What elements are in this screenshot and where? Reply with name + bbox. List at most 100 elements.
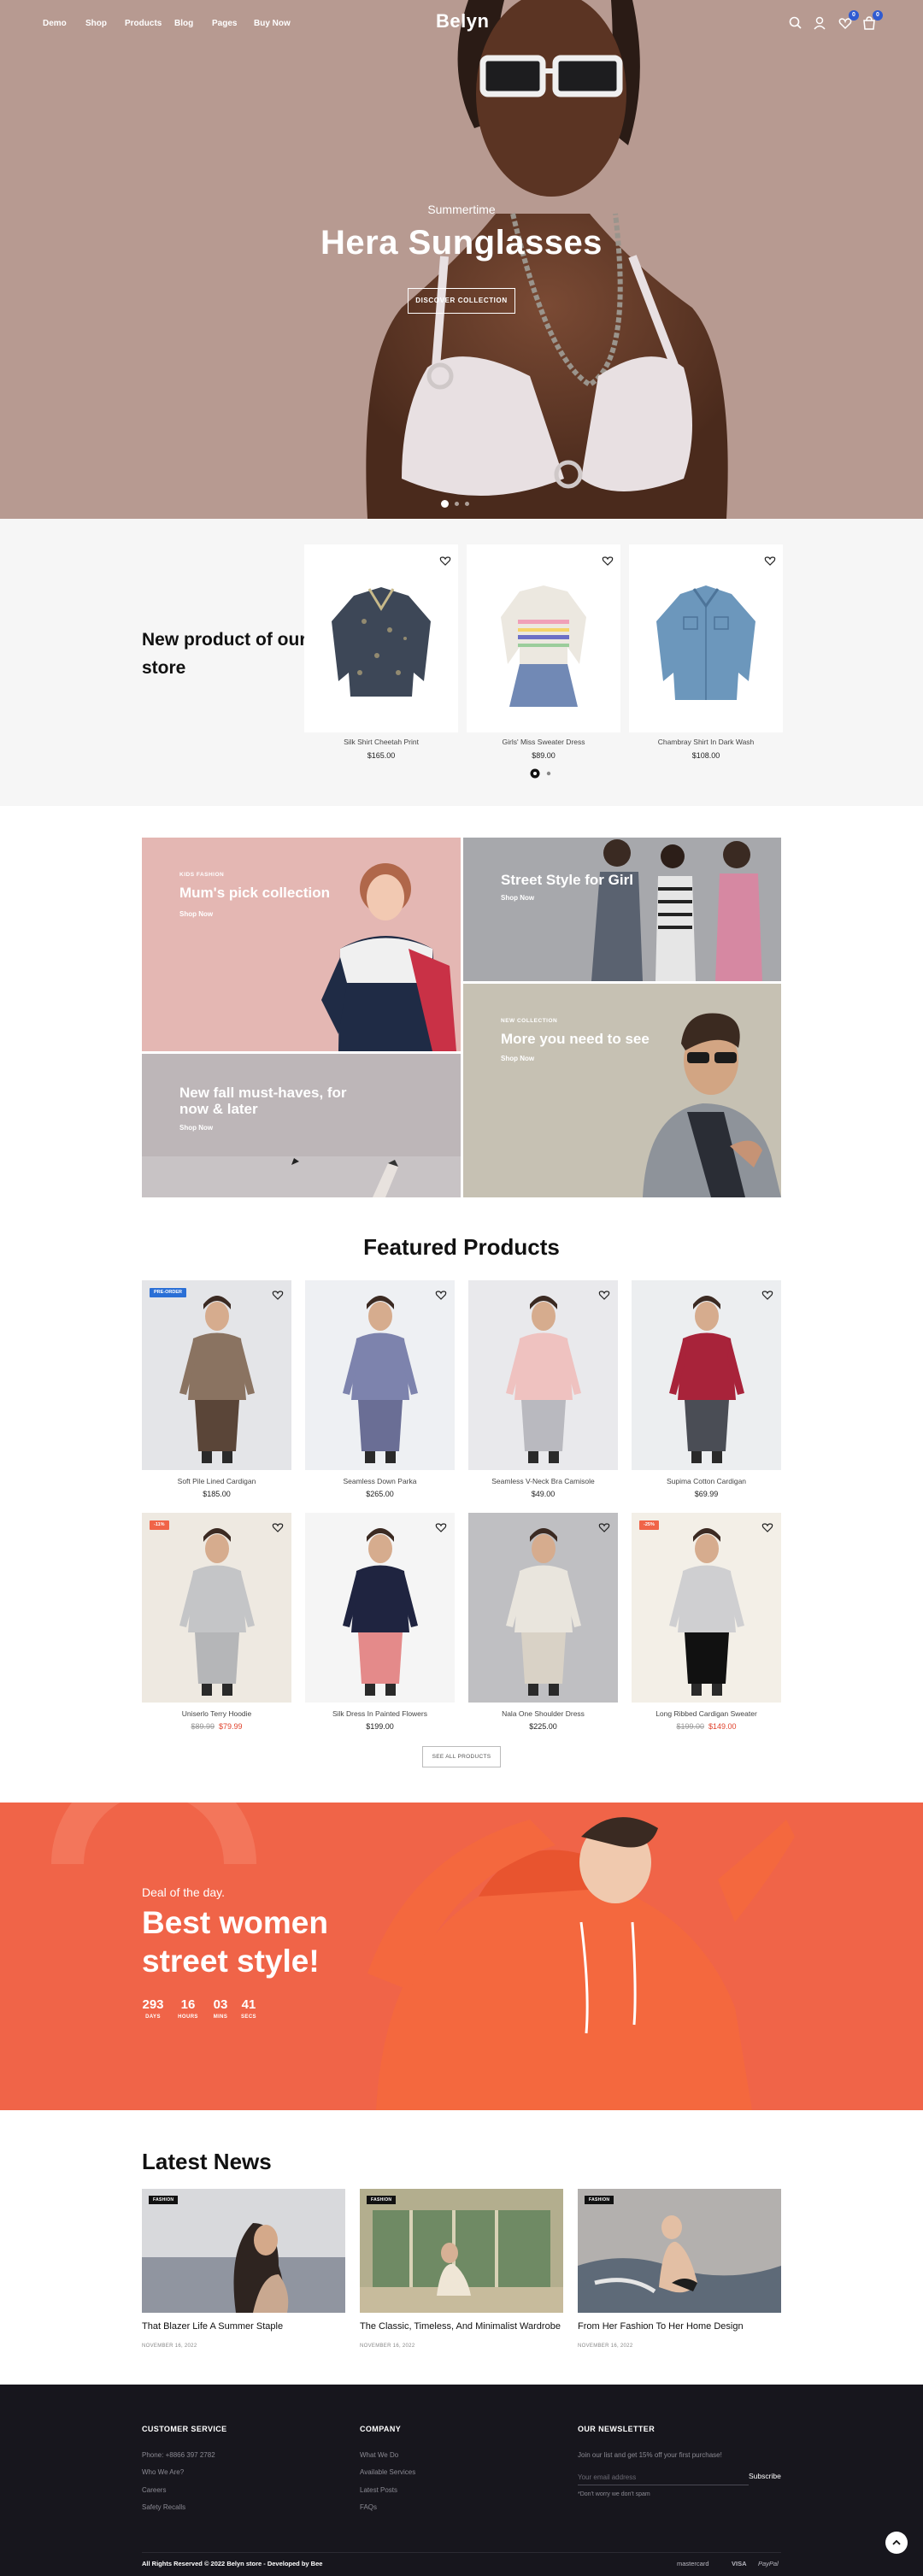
- new-product-card[interactable]: [629, 544, 783, 732]
- banner-street-style[interactable]: Street Style for Girl Shop Now: [463, 838, 781, 981]
- new-product-price: $165.00: [367, 751, 396, 760]
- wishlist-heart-icon[interactable]: [272, 1521, 284, 1533]
- featured-product-image: [669, 1528, 744, 1696]
- wishlist-heart-icon[interactable]: [764, 555, 776, 567]
- featured-product-name[interactable]: Seamless Down Parka: [305, 1477, 455, 1485]
- featured-product-card[interactable]: -25%: [632, 1513, 781, 1703]
- featured-product-card[interactable]: PRE-ORDER: [142, 1280, 291, 1470]
- news-card-image[interactable]: FASHION: [578, 2189, 781, 2313]
- featured-product-image: [343, 1296, 418, 1463]
- nav-shop[interactable]: Shop: [85, 19, 107, 28]
- footer-link-who-we-are[interactable]: Who We Are?: [142, 2468, 184, 2476]
- news-category-tag[interactable]: FASHION: [367, 2196, 397, 2204]
- featured-product-card[interactable]: [305, 1513, 455, 1703]
- product-badge: -11%: [150, 1520, 169, 1530]
- news-card-image[interactable]: FASHION: [360, 2189, 563, 2313]
- featured-product-card[interactable]: [305, 1280, 455, 1470]
- featured-product-name[interactable]: Long Ribbed Cardigan Sweater: [632, 1709, 781, 1718]
- countdown-hours-value: 16: [180, 1997, 196, 2012]
- carousel-dot[interactable]: [546, 771, 551, 776]
- featured-product-name[interactable]: Supima Cotton Cardigan: [632, 1477, 781, 1485]
- featured-products-title: Featured Products: [363, 1234, 560, 1260]
- copyright-text: All Rights Reserved © 2022 Belyn store -…: [142, 2560, 323, 2567]
- discover-collection-button[interactable]: DISCOVER COLLECTION: [408, 288, 515, 314]
- account-icon[interactable]: [812, 15, 827, 31]
- wishlist-heart-icon[interactable]: [439, 555, 451, 567]
- featured-product-card[interactable]: [632, 1280, 781, 1470]
- wishlist-count-badge: 0: [849, 10, 859, 21]
- footer-link-what-we-do[interactable]: What We Do: [360, 2451, 398, 2459]
- site-logo[interactable]: Belyn: [436, 10, 489, 32]
- chevron-up-icon: [892, 2539, 901, 2545]
- see-all-products-button[interactable]: SEE ALL PRODUCTS: [422, 1746, 501, 1767]
- footer-link-safety-recalls[interactable]: Safety Recalls: [142, 2503, 185, 2511]
- featured-product-name[interactable]: Uniserlo Terry Hoodie: [142, 1709, 291, 1718]
- new-product-name[interactable]: Silk Shirt Cheetah Print: [304, 738, 458, 746]
- featured-product-name[interactable]: Silk Dress In Painted Flowers: [305, 1709, 455, 1718]
- news-blazer-image: [142, 2189, 345, 2313]
- back-to-top-button[interactable]: [885, 2532, 908, 2554]
- subscribe-button[interactable]: Subscribe: [749, 2472, 781, 2480]
- news-category-tag[interactable]: FASHION: [149, 2196, 179, 2204]
- banner-fall-must-haves[interactable]: New fall must-haves, for now & later Sho…: [142, 1054, 461, 1197]
- paypal-icon: PayPal: [758, 2560, 779, 2567]
- footer-link-services[interactable]: Available Services: [360, 2468, 415, 2476]
- new-product-name[interactable]: Girls' Miss Sweater Dress: [467, 738, 620, 746]
- new-product-name[interactable]: Chambray Shirt In Dark Wash: [629, 738, 783, 746]
- newsletter-email-input[interactable]: [578, 2470, 749, 2485]
- wishlist-icon[interactable]: 0: [838, 10, 859, 31]
- wishlist-heart-icon[interactable]: [602, 555, 614, 567]
- nav-demo[interactable]: Demo: [43, 19, 67, 28]
- wishlist-heart-icon[interactable]: [272, 1289, 284, 1301]
- footer-link-careers[interactable]: Careers: [142, 2486, 166, 2494]
- nav-blog[interactable]: Blog: [174, 19, 193, 28]
- sale-price: $79.99: [219, 1722, 243, 1731]
- cart-icon[interactable]: 0: [861, 10, 883, 31]
- hero-dot-1[interactable]: [441, 500, 449, 508]
- footer-link-faqs[interactable]: FAQs: [360, 2503, 377, 2511]
- wishlist-heart-icon[interactable]: [761, 1289, 773, 1301]
- nav-pages[interactable]: Pages: [212, 19, 237, 28]
- banner-street-shop-link[interactable]: Shop Now: [501, 894, 534, 902]
- product-badge: -25%: [639, 1520, 659, 1530]
- countdown-days: 293 DAYS: [136, 1997, 170, 2020]
- hero-dot-2[interactable]: [455, 502, 459, 506]
- footer-phone[interactable]: Phone: +8866 397 2782: [142, 2451, 215, 2459]
- new-product-card[interactable]: [304, 544, 458, 732]
- nav-buy-now[interactable]: Buy Now: [254, 19, 291, 28]
- search-icon[interactable]: [788, 15, 803, 31]
- countdown-secs-value: 41: [241, 1997, 256, 2012]
- news-wardrobe-image: [360, 2189, 563, 2313]
- news-card-image[interactable]: FASHION: [142, 2189, 345, 2313]
- wishlist-heart-icon[interactable]: [435, 1289, 447, 1301]
- news-category-tag[interactable]: FASHION: [585, 2196, 614, 2204]
- banner-kids-label: KIDS FASHION: [179, 872, 225, 878]
- wishlist-heart-icon[interactable]: [435, 1521, 447, 1533]
- banner-more-shop-link[interactable]: Shop Now: [501, 1055, 534, 1062]
- new-product-card[interactable]: [467, 544, 620, 732]
- wishlist-heart-icon[interactable]: [598, 1521, 610, 1533]
- banner-mums-pick[interactable]: KIDS FASHION Mum's pick collection Shop …: [142, 838, 461, 1051]
- featured-product-name[interactable]: Soft Pile Lined Cardigan: [142, 1477, 291, 1485]
- nav-products[interactable]: Products: [125, 19, 162, 28]
- news-title-link[interactable]: That Blazer Life A Summer Staple: [142, 2321, 356, 2332]
- banner-fall-shop-link[interactable]: Shop Now: [179, 1124, 213, 1132]
- new-products-section: New product of our store Silk Shirt Chee…: [0, 519, 923, 806]
- banner-mums-shop-link[interactable]: Shop Now: [179, 910, 213, 918]
- hero-pagination: [441, 500, 492, 509]
- news-date: NOVEMBER 16, 2022: [360, 2344, 415, 2349]
- banner-more-you-need[interactable]: NEW COLLECTION More you need to see Shop…: [463, 984, 781, 1197]
- featured-product-name[interactable]: Nala One Shoulder Dress: [468, 1709, 618, 1718]
- featured-product-price: $265.00: [366, 1490, 394, 1498]
- footer-link-latest-posts[interactable]: Latest Posts: [360, 2486, 397, 2494]
- footer-divider: [142, 2552, 781, 2553]
- featured-product-card[interactable]: [468, 1513, 618, 1703]
- featured-product-card[interactable]: -11%: [142, 1513, 291, 1703]
- hero-dot-3[interactable]: [465, 502, 469, 506]
- wishlist-heart-icon[interactable]: [598, 1289, 610, 1301]
- wishlist-heart-icon[interactable]: [761, 1521, 773, 1533]
- featured-product-name[interactable]: Seamless V-Neck Bra Camisole: [468, 1477, 618, 1485]
- news-title-link[interactable]: The Classic, Timeless, And Minimalist Wa…: [360, 2321, 573, 2332]
- news-title-link[interactable]: From Her Fashion To Her Home Design: [578, 2321, 791, 2332]
- featured-product-card[interactable]: [468, 1280, 618, 1470]
